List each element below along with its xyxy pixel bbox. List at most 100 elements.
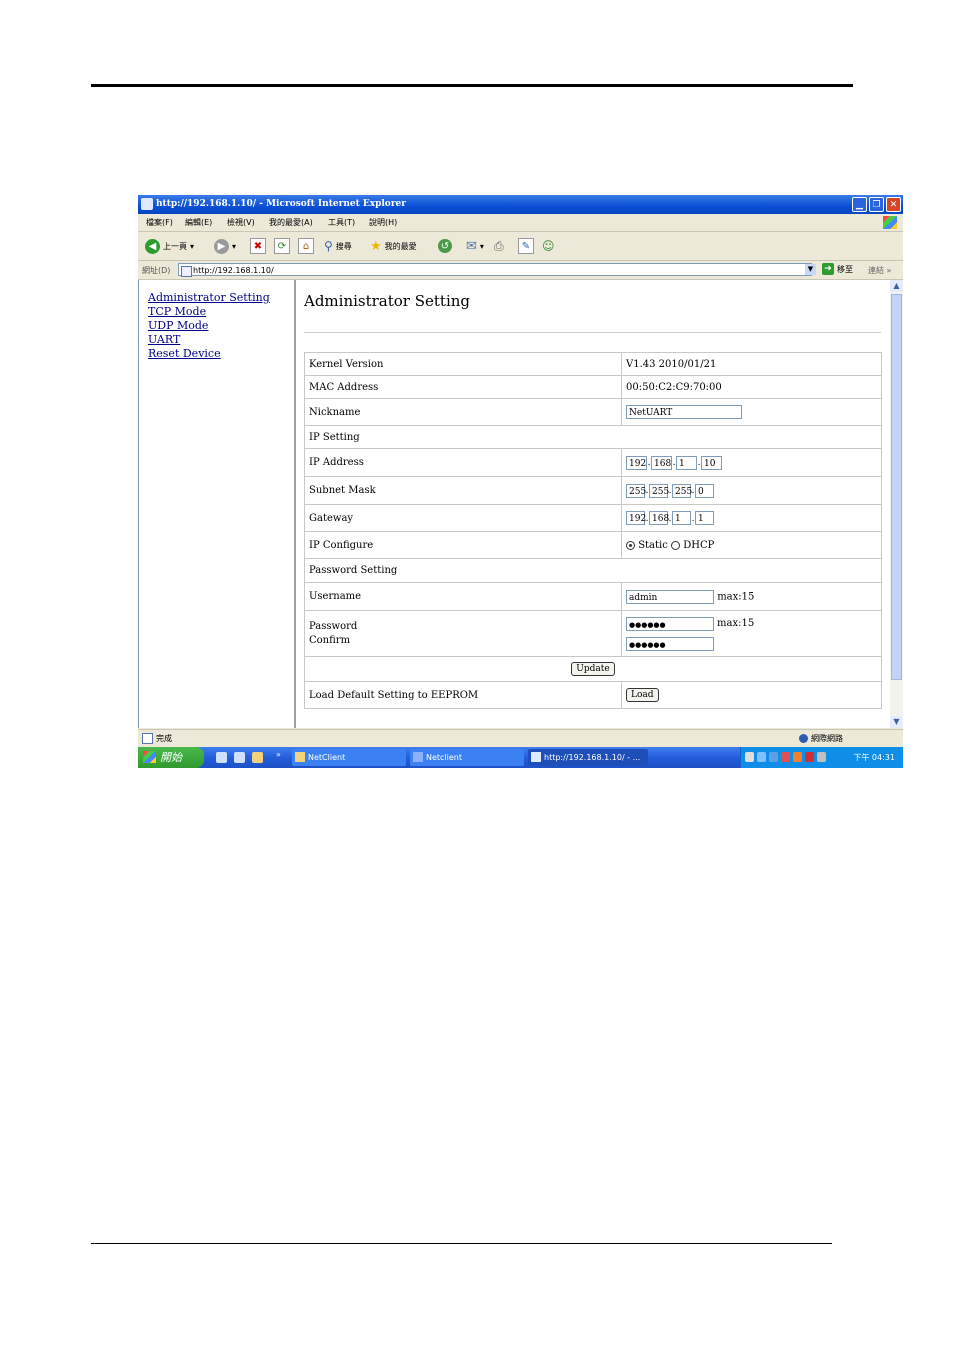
security-icon[interactable]: [781, 752, 790, 762]
menu-file[interactable]: 檔案(F): [146, 217, 173, 228]
password-label: Password: [309, 620, 358, 632]
nav-reset-device[interactable]: Reset Device: [148, 347, 221, 360]
mask-octet-4[interactable]: 0: [695, 483, 714, 498]
gateway-octet-1[interactable]: 192: [626, 511, 646, 525]
folder-icon: [295, 752, 305, 762]
refresh-icon: ⟳: [274, 238, 290, 254]
tray-app-icon[interactable]: [805, 752, 814, 762]
go-button[interactable]: ➔ 移至: [822, 263, 853, 275]
scroll-thumb[interactable]: [891, 294, 902, 680]
mac-address-label: MAC Address: [304, 375, 622, 399]
close-button[interactable]: ✕: [886, 197, 901, 212]
menu-view[interactable]: 檢視(V): [227, 217, 255, 228]
table-row: MAC Address 00:50:C2:C9:70:00: [304, 375, 882, 399]
task-ie-window[interactable]: http://192.168.1.10/ - ...: [528, 749, 648, 766]
menu-favorites[interactable]: 我的最愛(A): [269, 217, 313, 228]
ip-octet-4[interactable]: 10: [701, 455, 722, 470]
ip-octet-3[interactable]: 1: [676, 455, 697, 470]
nickname-label: Nickname: [304, 398, 622, 426]
confirm-label: Confirm: [309, 634, 351, 646]
load-button[interactable]: Load: [626, 688, 659, 702]
menu-help[interactable]: 說明(H): [369, 217, 397, 228]
forward-button[interactable]: ▶ ▾: [214, 237, 236, 255]
vertical-scrollbar[interactable]: ▲ ▼: [890, 280, 903, 728]
nav-administrator-setting[interactable]: Administrator Setting: [148, 291, 270, 304]
home-icon: ⌂: [298, 238, 314, 254]
browser-window: http://192.168.1.10/ - Microsoft Interne…: [138, 195, 903, 768]
start-button[interactable]: 開始: [138, 747, 204, 768]
home-button[interactable]: ⌂: [298, 237, 314, 255]
stop-button[interactable]: ✖: [250, 237, 266, 255]
address-dropdown-icon[interactable]: ▼: [805, 264, 816, 275]
nav-udp-mode[interactable]: UDP Mode: [148, 319, 208, 332]
mail-button[interactable]: ✉ ▾: [466, 237, 484, 255]
address-url: http://192.168.1.10/: [193, 266, 274, 275]
links-button[interactable]: 連結 »: [868, 265, 891, 276]
nav-tcp-mode[interactable]: TCP Mode: [148, 305, 206, 318]
keyboard-icon[interactable]: [745, 752, 754, 762]
static-radio[interactable]: [626, 540, 635, 550]
update-button[interactable]: Update: [571, 662, 615, 676]
favorites-button[interactable]: ★ 我的最愛: [370, 237, 417, 255]
windows-logo-icon: [883, 216, 897, 229]
quicklaunch-more-icon[interactable]: »: [276, 750, 281, 759]
chevron-down-icon: ▾: [232, 241, 237, 251]
nickname-input[interactable]: NetUART: [626, 405, 742, 419]
favorites-label: 我的最愛: [384, 241, 417, 251]
menu-tools[interactable]: 工具(T): [328, 217, 355, 228]
page-icon: [181, 266, 192, 277]
table-row: IP Configure Static DHCP: [304, 531, 882, 559]
gateway-octet-2[interactable]: 168: [649, 511, 669, 525]
gateway-octet-3[interactable]: 1: [672, 511, 691, 525]
volume-icon[interactable]: [817, 752, 826, 762]
settings-table: Kernel Version V1.43 2010/01/21 MAC Addr…: [304, 352, 882, 709]
tray-app-icon[interactable]: [769, 752, 778, 762]
dhcp-label: DHCP: [683, 539, 715, 551]
password-input[interactable]: ●●●●●●: [626, 616, 714, 631]
toolbar: ◀ 上一頁 ▾ ▶ ▾ ✖ ⟳ ⌂ ⚲ 搜尋 ★ 我的最愛 ↺ ✉ ▾ ⎙ ✎ …: [138, 232, 903, 261]
task-netclient-folder[interactable]: NetClient: [292, 749, 406, 766]
mask-octet-1[interactable]: 255: [626, 483, 646, 498]
mail-icon: ✉: [466, 238, 477, 254]
page-done-icon: [142, 733, 153, 744]
menu-edit[interactable]: 編輯(E): [185, 217, 212, 228]
table-row: Update: [304, 656, 882, 682]
forward-arrow-icon: ▶: [214, 238, 229, 254]
status-bar: 完成 網際網路: [138, 729, 903, 747]
restore-button[interactable]: ❐: [869, 197, 884, 212]
mask-octet-3[interactable]: 255: [672, 483, 692, 498]
ie-page-icon: [141, 198, 153, 210]
gateway-octet-4[interactable]: 1: [695, 511, 714, 525]
network-icon[interactable]: [757, 752, 766, 762]
scroll-down-icon[interactable]: ▼: [890, 716, 903, 728]
quicklaunch-folder-icon[interactable]: [252, 752, 263, 763]
refresh-button[interactable]: ⟳: [274, 237, 290, 255]
minimize-button[interactable]: ▁: [852, 197, 867, 212]
edit-button[interactable]: ✎: [518, 237, 534, 255]
ip-configure-label: IP Configure: [304, 531, 622, 559]
search-button[interactable]: ⚲ 搜尋: [324, 237, 352, 255]
print-button[interactable]: ⎙: [494, 237, 504, 255]
kernel-version-value: V1.43 2010/01/21: [621, 352, 882, 376]
scroll-up-icon[interactable]: ▲: [890, 280, 903, 292]
task-netclient-app[interactable]: Netclient: [410, 749, 524, 766]
table-row: Nickname NetUART: [304, 398, 882, 426]
go-arrow-icon: ➔: [822, 263, 834, 275]
username-input[interactable]: admin: [626, 589, 714, 604]
mask-octet-2[interactable]: 255: [649, 483, 669, 498]
dhcp-radio[interactable]: [671, 540, 681, 550]
address-input[interactable]: http://192.168.1.10/: [178, 263, 812, 277]
messenger-button[interactable]: ☺: [542, 237, 555, 255]
ip-octet-1[interactable]: 192: [626, 455, 647, 470]
taskbar: 開始 » NetClient Netclient http://192.168.…: [138, 747, 903, 768]
confirm-input[interactable]: ●●●●●●: [626, 636, 714, 651]
ip-octet-2[interactable]: 168: [651, 455, 672, 470]
quicklaunch-ie-icon[interactable]: [234, 752, 245, 763]
quicklaunch-desktop-icon[interactable]: [216, 752, 227, 763]
status-text: 完成: [156, 734, 172, 743]
history-button[interactable]: ↺: [438, 237, 452, 255]
table-row: IP Address 192. 168. 1. 10: [304, 448, 882, 477]
antivirus-icon[interactable]: [793, 752, 802, 762]
back-button[interactable]: ◀ 上一頁 ▾: [145, 237, 194, 255]
nav-uart[interactable]: UART: [148, 333, 180, 346]
